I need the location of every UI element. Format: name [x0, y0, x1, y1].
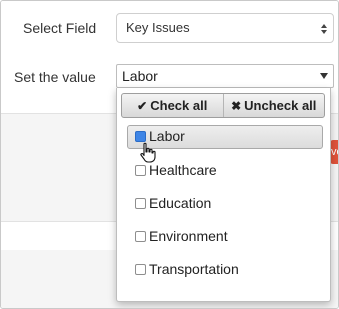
set-value-current: Labor — [122, 68, 158, 84]
option-label: Education — [149, 195, 212, 211]
checkbox-checked[interactable] — [135, 131, 146, 142]
check-all-label: Check all — [150, 98, 208, 113]
option-transportation[interactable]: Transportation — [127, 258, 323, 282]
set-value-dropdown-toggle[interactable]: Labor — [116, 64, 334, 88]
x-icon: ✖ — [231, 98, 242, 113]
modal-frame: ve Select Field Key Issues Set the value… — [0, 0, 339, 309]
multiselect-dropdown: ✔ Check all ✖ Uncheck all Labor Healthca… — [116, 88, 331, 302]
uncheck-all-button[interactable]: ✖ Uncheck all — [224, 94, 325, 117]
check-all-button[interactable]: ✔ Check all — [122, 94, 223, 117]
option-label: Transportation — [149, 261, 239, 277]
select-field-label: Select Field — [23, 20, 97, 36]
caret-down-icon — [320, 73, 328, 79]
checkbox[interactable] — [135, 231, 146, 242]
option-label: Environment — [149, 228, 228, 244]
checkbox[interactable] — [135, 198, 146, 209]
partial-tag[interactable]: ve — [330, 140, 338, 164]
select-field-value: Key Issues — [126, 20, 190, 35]
option-environment[interactable]: Environment — [127, 225, 323, 249]
hand-pointer-cursor-icon — [140, 142, 156, 163]
option-label: Healthcare — [149, 162, 217, 178]
select-field-select[interactable]: Key Issues — [116, 13, 334, 43]
uncheck-all-label: Uncheck all — [244, 98, 317, 113]
checkbox[interactable] — [135, 165, 146, 176]
option-education[interactable]: Education — [127, 192, 323, 216]
checkbox[interactable] — [135, 264, 146, 275]
updown-arrows-icon — [321, 24, 327, 34]
checkmark-icon: ✔ — [137, 98, 148, 113]
set-value-label: Set the value — [14, 69, 96, 85]
check-actions-bar: ✔ Check all ✖ Uncheck all — [121, 93, 325, 118]
